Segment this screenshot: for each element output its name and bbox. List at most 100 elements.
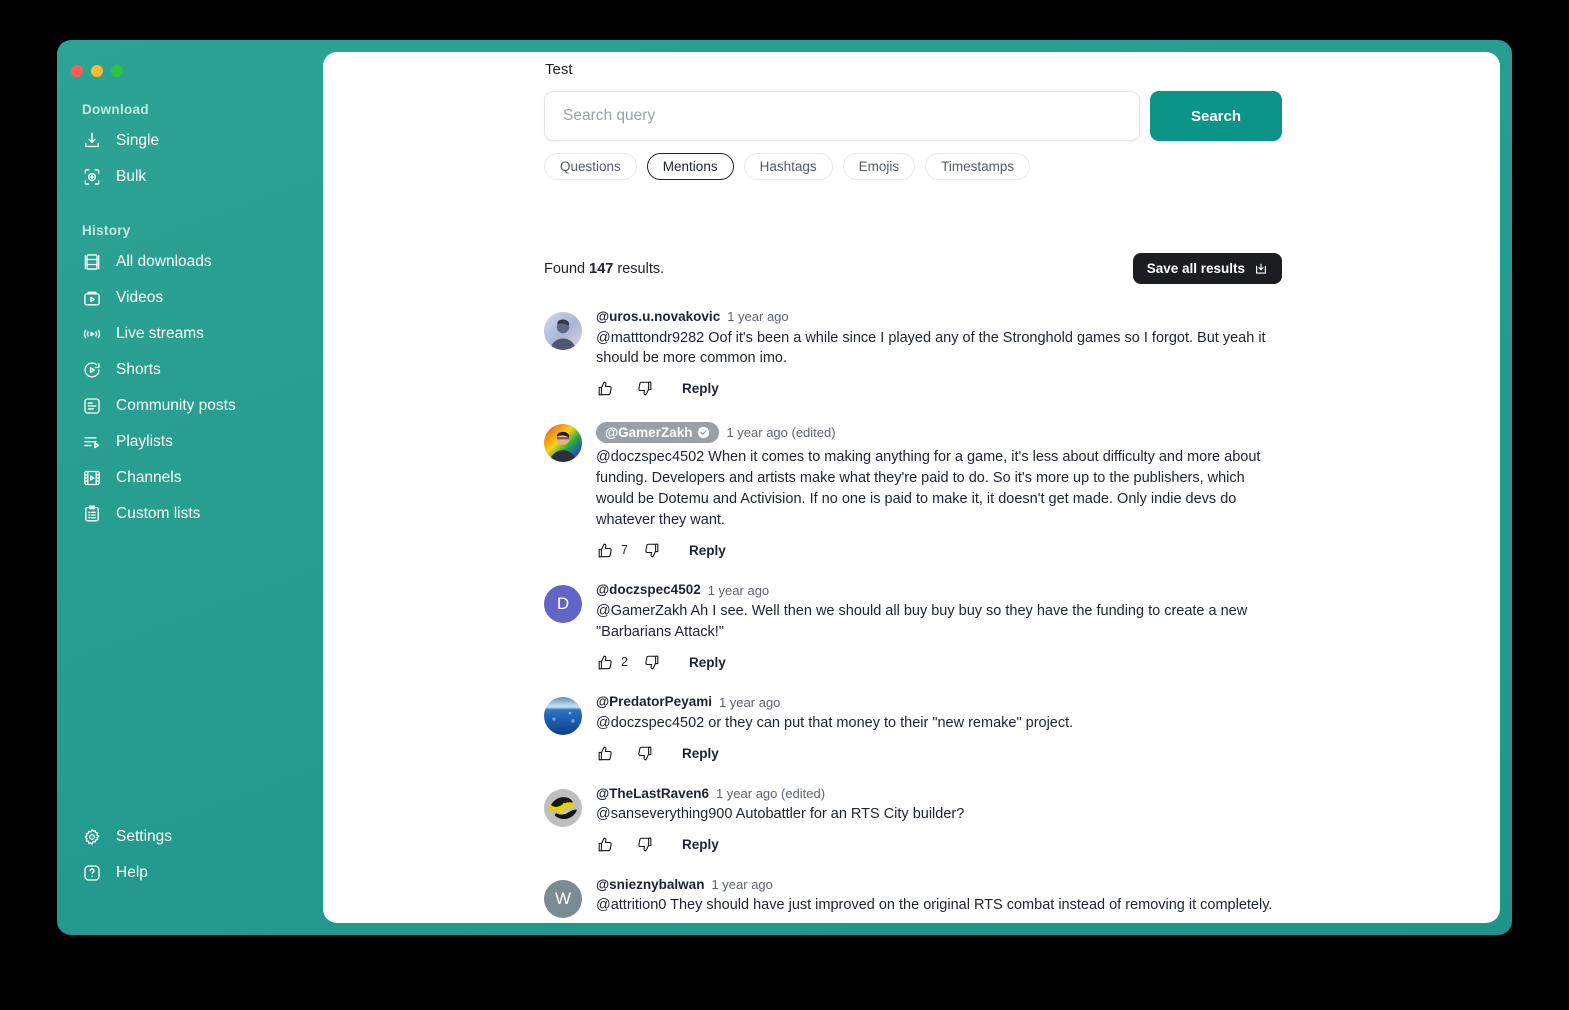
comment-author[interactable]: @snieznybalwan [596,878,704,892]
sidebar-item-live-streams[interactable]: Live streams [57,316,323,352]
sidebar-item-settings[interactable]: Settings [57,819,323,855]
comment-body: @snieznybalwan 1 year ago @attrition0 Th… [596,878,1284,918]
comment-timestamp: 1 year ago [718,694,781,710]
like-count: 7 [621,543,628,558]
playlist-icon [82,432,102,452]
comment-author[interactable]: @doczspec4502 [596,583,701,597]
minimize-window-button[interactable] [91,65,103,77]
comment-header: @uros.u.novakovic 1 year ago [596,310,1284,324]
sidebar-item-custom-lists[interactable]: Custom lists [57,496,323,532]
avatar-letter: W [554,888,572,908]
live-broadcast-icon [82,324,102,344]
question-mark-icon [82,863,102,883]
maximize-window-button[interactable] [111,65,123,77]
comment-body: @PredatorPeyami 1 year ago @doczspec4502… [596,695,1284,764]
comment-author[interactable]: @PredatorPeyami [596,695,712,709]
comment-author[interactable]: @GamerZakh [596,421,720,444]
like-button[interactable] [596,744,635,763]
comment-author-name: @GamerZakh [605,424,693,440]
close-window-button[interactable] [71,65,83,77]
sidebar-item-label: Shorts [116,361,161,379]
search-bar: Search [544,91,1282,141]
results-count-prefix: Found [544,260,590,277]
sidebar-item-label: Settings [116,828,173,846]
reply-button[interactable]: Reply [689,543,726,558]
clipboard-list-icon [82,504,102,524]
sidebar-section-label-history: History [82,223,131,238]
filter-chip-hashtags[interactable]: Hashtags [743,153,833,180]
filter-chip-mentions[interactable]: Mentions [646,153,734,180]
sidebar-item-channels[interactable]: Channels [57,460,323,496]
video-icon [82,288,102,308]
reply-button[interactable]: Reply [682,381,719,396]
comment-header: @PredatorPeyami 1 year ago [596,695,1284,709]
filter-chip-emojis[interactable]: Emojis [842,153,916,180]
avatar-photo-person [544,312,582,350]
comment-timestamp: 1 year ago [727,310,789,325]
save-all-results-button[interactable]: Save all results [1132,253,1282,284]
sidebar-item-single[interactable]: Single [57,123,323,159]
comment-body: @uros.u.novakovic 1 year ago @matttondr9… [596,310,1284,400]
sidebar-item-label: Videos [116,289,164,307]
channel-icon [82,468,102,488]
avatar-photo-rainbow [544,423,582,462]
avatar[interactable] [544,697,582,736]
results-count-value: 147 [589,260,614,277]
search-input[interactable] [544,91,1140,141]
search-button[interactable]: Search [1150,91,1282,141]
avatar[interactable]: W [544,879,582,918]
sidebar-item-shorts[interactable]: Shorts [57,352,323,388]
comment-timestamp: 1 year ago [711,877,773,893]
avatar[interactable] [544,312,582,350]
dislike-button[interactable] [635,835,668,854]
avatar[interactable] [544,788,582,827]
page-title: Test [545,61,573,78]
like-button[interactable]: 2 [596,653,642,672]
results-bar: Found 147 results. Save all results [544,253,1282,284]
filter-chip-group: Questions Mentions Hashtags Emojis Times… [544,153,1031,180]
dislike-button[interactable] [635,744,668,763]
avatar[interactable] [544,423,582,462]
comment-actions: Reply [596,743,1284,765]
dislike-button[interactable] [635,379,668,398]
comment-author[interactable]: @TheLastRaven6 [596,787,709,801]
comment-actions: 2 Reply [596,651,1284,673]
app-window: Download Single Bulk History All downloa… [57,40,1512,935]
main-content-panel: Test Search Questions Mentions Hashtags … [323,52,1500,923]
comment-item: @TheLastRaven6 1 year ago (edited) @sans… [544,787,1284,856]
like-button[interactable]: 7 [596,541,642,560]
comment-author[interactable]: @uros.u.novakovic [596,310,720,324]
bulk-download-icon [82,167,102,187]
sidebar-item-bulk[interactable]: Bulk [57,159,323,195]
avatar-photo-raven [544,788,582,827]
like-button[interactable] [596,379,635,398]
comment-item: @PredatorPeyami 1 year ago @doczspec4502… [544,695,1284,764]
comment-header: @TheLastRaven6 1 year ago (edited) [596,787,1284,801]
community-post-icon [82,396,102,416]
save-download-icon [1254,262,1268,276]
sidebar-item-community-posts[interactable]: Community posts [57,388,323,424]
comment-timestamp: 1 year ago [707,582,770,598]
avatar[interactable]: D [544,585,582,624]
comment-body: @TheLastRaven6 1 year ago (edited) @sans… [596,787,1284,856]
dislike-button[interactable] [642,541,675,560]
results-count: Found 147 results. [544,261,664,277]
dislike-button[interactable] [642,653,675,672]
filter-chip-timestamps[interactable]: Timestamps [925,153,1031,180]
sidebar: Download Single Bulk History All downloa… [57,40,323,935]
sidebar-item-playlists[interactable]: Playlists [57,424,323,460]
sidebar-item-help[interactable]: Help [57,855,323,891]
sidebar-item-videos[interactable]: Videos [57,280,323,316]
reply-button[interactable]: Reply [682,746,719,761]
sidebar-item-label: All downloads [116,253,212,271]
verified-badge-icon [697,426,710,439]
reply-button[interactable]: Reply [689,655,726,670]
like-button[interactable] [596,835,635,854]
reply-button[interactable]: Reply [682,837,719,852]
filter-chip-questions[interactable]: Questions [544,153,637,180]
sidebar-item-all-downloads[interactable]: All downloads [57,244,323,280]
comment-item: @uros.u.novakovic 1 year ago @matttondr9… [544,310,1284,400]
comment-timestamp: 1 year ago (edited) [726,425,836,441]
comment-text: @sanseverything900 Autobattler for an RT… [596,806,965,823]
comment-list: @uros.u.novakovic 1 year ago @matttondr9… [544,310,1284,923]
